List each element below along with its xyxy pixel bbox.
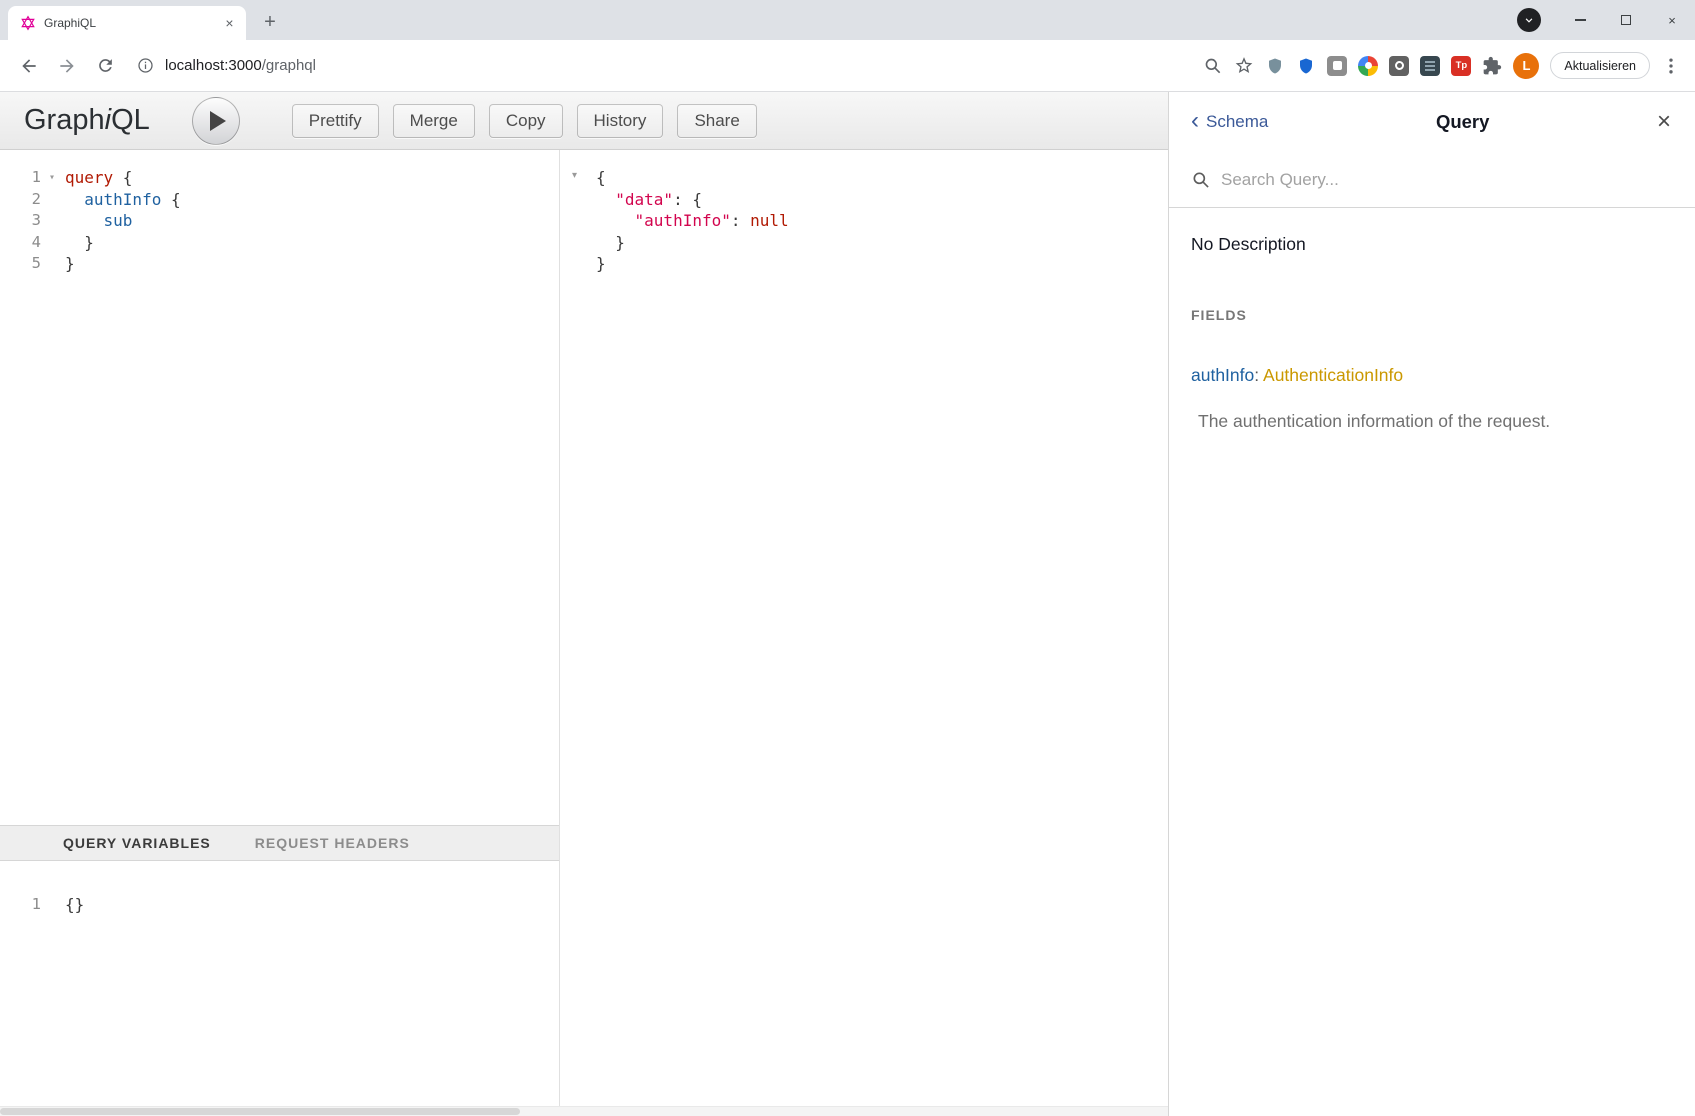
doc-body: No Description FIELDS authInfo: Authenti… <box>1169 208 1695 432</box>
window-minimize-button[interactable] <box>1557 0 1603 40</box>
tabstrip-right: × <box>1517 0 1695 40</box>
variables-line-numbers-gutter: 1 <box>0 894 56 1106</box>
doc-close-icon[interactable]: × <box>1657 110 1671 134</box>
prettify-button[interactable]: Prettify <box>292 104 379 138</box>
reload-button[interactable] <box>88 49 122 83</box>
doc-fields-header: FIELDS <box>1191 307 1673 323</box>
merge-button[interactable]: Merge <box>393 104 475 138</box>
fold-arrow-icon[interactable]: ▾ <box>49 167 55 189</box>
tab-query-variables[interactable]: QUERY VARIABLES <box>63 835 211 851</box>
copy-button[interactable]: Copy <box>489 104 563 138</box>
query-code[interactable]: query { authInfo { sub }} <box>56 167 559 825</box>
field-separator: : <box>1254 365 1259 385</box>
extension-icon-dark[interactable] <box>1420 56 1440 76</box>
address-bar: localhost:3000/graphql Tp L A <box>0 40 1695 92</box>
extension-bars-icon <box>1425 61 1435 71</box>
url-host: localhost:3000 <box>165 57 262 74</box>
graphiql-toolbar: GraphiQL Prettify Merge Copy History Sha… <box>0 92 1168 150</box>
extension-icon-shield-gray[interactable] <box>1265 56 1285 76</box>
toolbar-buttons: Prettify Merge Copy History Share <box>292 104 757 138</box>
field-description: The authentication information of the re… <box>1198 411 1673 432</box>
doc-search-bar <box>1169 152 1695 208</box>
extensions-puzzle-icon[interactable] <box>1482 56 1502 76</box>
extension-icon-pinwheel[interactable] <box>1358 56 1378 76</box>
scrollbar-thumb[interactable] <box>0 1108 520 1115</box>
browser-update-button[interactable]: Aktualisieren <box>1550 52 1650 79</box>
extension-icon-shield-blue[interactable] <box>1296 56 1316 76</box>
field-name-link[interactable]: authInfo <box>1191 365 1254 385</box>
extension-glyph <box>1333 61 1342 70</box>
doc-no-description: No Description <box>1191 234 1673 255</box>
fold-arrow-icon[interactable]: ▾ <box>572 170 577 181</box>
horizontal-scrollbar <box>0 1106 1168 1116</box>
tp-label: Tp <box>1456 60 1468 71</box>
browser-window: GraphiQL × + × localhost:3000/graphql <box>0 0 1695 1116</box>
url-bar[interactable]: localhost:3000/graphql <box>126 49 1203 83</box>
back-button[interactable] <box>12 49 46 83</box>
share-button[interactable]: Share <box>677 104 756 138</box>
response-pane: ▾ { "data": { "authInfo": null }} <box>560 150 1168 1106</box>
variables-title-bar: QUERY VARIABLES REQUEST HEADERS <box>0 825 559 861</box>
tab-strip: GraphiQL × + × <box>0 0 1695 40</box>
line-number: 4 <box>0 232 56 254</box>
profile-avatar[interactable]: L <box>1513 53 1539 79</box>
browser-menu-icon[interactable] <box>1661 56 1681 76</box>
graphiql-main: GraphiQL Prettify Merge Copy History Sha… <box>0 92 1168 1116</box>
line-number: 1 <box>0 894 56 916</box>
graphiql-app: GraphiQL Prettify Merge Copy History Sha… <box>0 92 1695 1116</box>
window-close-button[interactable]: × <box>1649 0 1695 40</box>
field-type-link[interactable]: AuthenticationInfo <box>1263 365 1403 385</box>
query-editor[interactable]: 1▾ 2 3 4 5 query { authInfo { sub }} <box>0 150 559 825</box>
query-pane: 1▾ 2 3 4 5 query { authInfo { sub }} QUE… <box>0 150 560 1106</box>
url-text: localhost:3000/graphql <box>165 57 316 74</box>
page-info-icon[interactable] <box>136 56 155 75</box>
chevron-left-icon: ‹ <box>1191 109 1199 133</box>
tab-title: GraphiQL <box>44 16 213 30</box>
minimize-icon <box>1575 19 1586 20</box>
doc-back-label: Schema <box>1206 112 1268 132</box>
zoom-icon[interactable] <box>1203 56 1223 76</box>
window-maximize-button[interactable] <box>1603 0 1649 40</box>
graphql-favicon-icon <box>20 15 36 31</box>
doc-explorer-panel: ‹ Schema Query × No Description FIELDS au… <box>1168 92 1695 1116</box>
graphiql-logo: GraphiQL <box>24 104 150 137</box>
execute-query-button[interactable] <box>192 97 240 145</box>
doc-explorer-header: ‹ Schema Query × <box>1169 92 1695 152</box>
extension-icon-gray-square[interactable] <box>1327 56 1347 76</box>
address-bar-actions: Tp L Aktualisieren <box>1203 52 1685 79</box>
tab-request-headers[interactable]: REQUEST HEADERS <box>255 835 410 851</box>
browser-tab[interactable]: GraphiQL × <box>8 6 246 40</box>
maximize-icon <box>1621 15 1631 25</box>
line-number: 2 <box>0 189 56 211</box>
search-icon <box>1191 170 1211 190</box>
browser-status-badge[interactable] <box>1517 8 1541 32</box>
bookmark-star-icon[interactable] <box>1234 56 1254 76</box>
extension-icon-tampermonkey[interactable]: Tp <box>1451 56 1471 76</box>
variables-code[interactable]: {} <box>56 894 559 1106</box>
line-number: 5 <box>0 253 56 275</box>
tab-close-icon[interactable]: × <box>221 15 238 32</box>
extension-icon-camera[interactable] <box>1389 56 1409 76</box>
forward-button[interactable] <box>50 49 84 83</box>
line-number: 1▾ <box>0 167 56 189</box>
workspace: 1▾ 2 3 4 5 query { authInfo { sub }} QUE… <box>0 150 1168 1106</box>
play-icon <box>210 111 226 131</box>
variables-editor[interactable]: 1 {} <box>0 861 559 1106</box>
doc-field-row: authInfo: AuthenticationInfo <box>1191 365 1673 386</box>
history-button[interactable]: History <box>577 104 664 138</box>
line-numbers-gutter: 1▾ 2 3 4 5 <box>0 167 56 825</box>
response-json: { "data": { "authInfo": null }} <box>596 167 1168 275</box>
doc-back-button[interactable]: ‹ Schema <box>1191 112 1268 133</box>
camera-lens-icon <box>1395 61 1404 70</box>
doc-title: Query <box>1268 111 1657 133</box>
url-path: /graphql <box>262 57 316 74</box>
line-number: 3 <box>0 210 56 232</box>
doc-search-input[interactable] <box>1221 170 1673 190</box>
new-tab-button[interactable]: + <box>256 8 284 36</box>
